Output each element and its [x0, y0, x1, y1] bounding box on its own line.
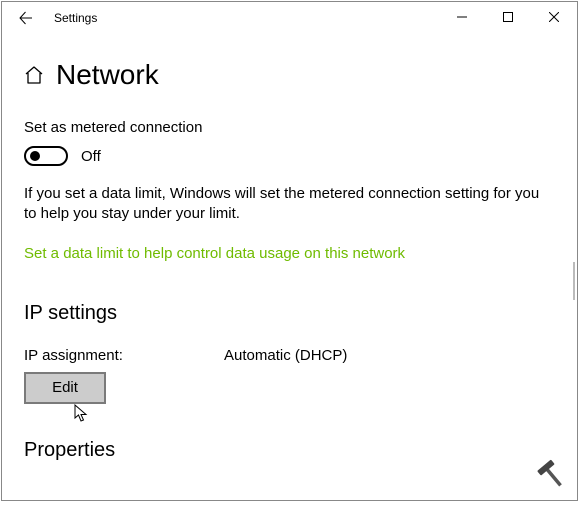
minimize-icon — [457, 12, 467, 22]
metered-state: Off — [81, 148, 101, 165]
window-title: Settings — [54, 11, 97, 25]
toggle-knob — [30, 151, 40, 161]
content-area: Network Set as metered connection Off If… — [2, 34, 577, 462]
maximize-button[interactable] — [485, 2, 531, 32]
hammer-watermark-icon — [535, 458, 571, 494]
close-button[interactable] — [531, 2, 577, 32]
ip-assignment-value: Automatic (DHCP) — [224, 347, 347, 364]
scrollbar[interactable] — [573, 262, 575, 300]
ip-assignment-row: IP assignment: Automatic (DHCP) — [24, 347, 555, 364]
settings-window: Settings Network Set as metered connecti… — [1, 1, 578, 501]
metered-label: Set as metered connection — [24, 119, 555, 136]
maximize-icon — [503, 12, 513, 22]
ip-assignment-label: IP assignment: — [24, 347, 224, 364]
data-limit-link[interactable]: Set a data limit to help control data us… — [24, 245, 405, 262]
page-header: Network — [24, 59, 555, 91]
window-controls — [439, 2, 577, 32]
close-icon — [549, 12, 559, 22]
metered-toggle[interactable] — [24, 146, 68, 166]
edit-button[interactable]: Edit — [24, 372, 106, 404]
titlebar: Settings — [2, 2, 577, 34]
ip-settings-title: IP settings — [24, 302, 555, 325]
metered-description: If you set a data limit, Windows will se… — [24, 184, 555, 225]
page-title: Network — [56, 59, 159, 91]
home-icon[interactable] — [24, 65, 44, 85]
arrow-left-icon — [18, 10, 34, 26]
properties-title: Properties — [24, 439, 555, 462]
minimize-button[interactable] — [439, 2, 485, 32]
back-button[interactable] — [2, 2, 50, 34]
metered-toggle-row: Off — [24, 146, 555, 166]
